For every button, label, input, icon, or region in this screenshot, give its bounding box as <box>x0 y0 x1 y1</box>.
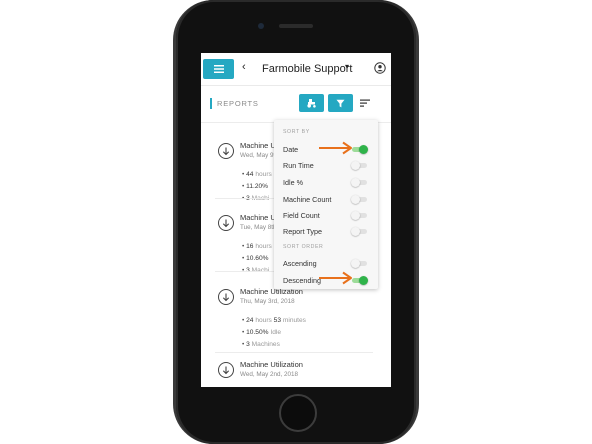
sort-option-report-type[interactable]: Report Type <box>283 227 322 236</box>
report-stat-hours: • 44 hours <box>242 171 272 178</box>
sort-lines-icon[interactable] <box>359 97 371 109</box>
front-camera <box>258 23 264 29</box>
report-stat-idle: • 10.60% <box>242 255 269 262</box>
download-circle-icon[interactable] <box>218 362 234 378</box>
page-title[interactable]: Farmobile Support <box>262 63 353 75</box>
earpiece-speaker <box>279 24 313 28</box>
sort-date-toggle[interactable] <box>352 145 368 154</box>
report-date: Thu, May 3rd, 2018 <box>240 298 295 305</box>
sort-option-run-time[interactable]: Run Time <box>283 161 314 170</box>
sort-option-machine-count[interactable]: Machine Count <box>283 195 331 204</box>
annotation-arrow-date <box>319 141 352 155</box>
dropdown-caret-icon[interactable]: ▾ <box>345 62 349 71</box>
report-stats: • 24 hours 53 minutes • 10.50% Idle • 3 … <box>242 315 306 351</box>
sort-descending-toggle[interactable] <box>352 276 368 285</box>
app-screen: ‹ Farmobile Support ▾ REPORTS Machine Ut… <box>201 53 391 387</box>
sort-option-field-count[interactable]: Field Count <box>283 211 320 220</box>
sort-order-descending[interactable]: Descending <box>283 276 321 285</box>
report-title: Machine Ut <box>240 213 278 222</box>
sort-report-type-toggle[interactable] <box>351 227 367 236</box>
sort-order-heading: SORT ORDER <box>283 244 324 250</box>
filter-icon <box>336 99 345 107</box>
report-stat-machines: • 3 Machi <box>242 193 272 205</box>
report-date: Wed, May 2nd, 2018 <box>240 371 298 378</box>
menu-button[interactable] <box>203 59 234 79</box>
report-stat-idle: • 11.20% <box>242 183 269 190</box>
sort-field-count-toggle[interactable] <box>351 211 367 220</box>
report-stat-idle: • 10.50% Idle <box>242 329 281 336</box>
back-chevron-icon[interactable]: ‹ <box>242 61 246 73</box>
report-stats: • 44 hours • 11.20% • 3 Machi <box>242 169 272 205</box>
user-avatar-icon[interactable] <box>374 62 386 74</box>
download-circle-icon[interactable] <box>218 143 234 159</box>
download-circle-icon[interactable] <box>218 289 234 305</box>
report-date: Tue, May 8th <box>240 224 277 231</box>
hamburger-menu-icon <box>213 65 224 73</box>
filter-button[interactable] <box>328 94 353 112</box>
top-bar-divider <box>201 85 391 86</box>
sort-ascending-toggle[interactable] <box>351 259 367 268</box>
report-stat-machines: • 3 Machines <box>242 341 280 348</box>
report-stat-hours: • 24 hours 53 minutes <box>242 317 306 324</box>
sort-order-ascending[interactable]: Ascending <box>283 259 317 268</box>
top-bar: ‹ Farmobile Support ▾ <box>201 53 391 85</box>
sort-option-idle[interactable]: Idle % <box>283 178 303 187</box>
home-button[interactable] <box>279 394 317 432</box>
report-separator <box>215 352 373 353</box>
sort-run-time-toggle[interactable] <box>351 161 367 170</box>
sort-by-heading: SORT BY <box>283 129 310 135</box>
sort-machine-count-toggle[interactable] <box>351 195 367 204</box>
sort-idle-toggle[interactable] <box>351 178 367 187</box>
report-date: Wed, May 9th <box>240 152 279 159</box>
reports-label: REPORTS <box>210 98 259 109</box>
annotation-arrow-descending <box>319 271 352 285</box>
report-title: Machine Ut <box>240 141 278 150</box>
tractor-icon <box>307 99 316 108</box>
report-stat-hours: • 16 hours <box>242 243 272 250</box>
report-title: Machine Utilization <box>240 360 303 369</box>
sort-option-date[interactable]: Date <box>283 145 298 154</box>
download-circle-icon[interactable] <box>218 215 234 231</box>
machine-filter-button[interactable] <box>299 94 324 112</box>
